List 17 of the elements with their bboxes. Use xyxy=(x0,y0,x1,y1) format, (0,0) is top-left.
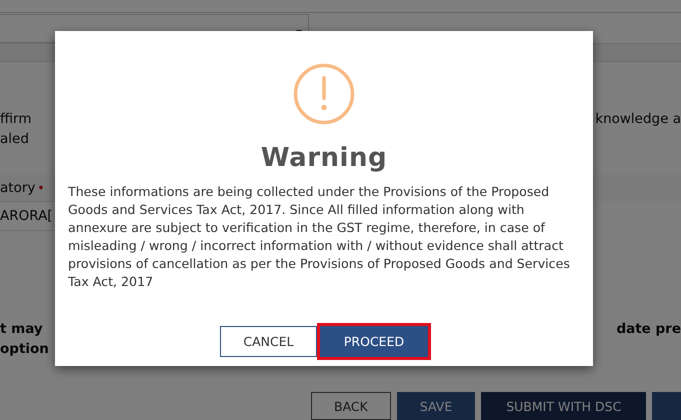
page-button[interactable]: SAVE xyxy=(396,392,476,420)
required-mark: • xyxy=(37,181,44,195)
warning-icon xyxy=(293,63,355,125)
note-text: option xyxy=(0,340,49,360)
note-text: t may xyxy=(0,320,44,340)
dialog-message: These informations are being collected under the Provisions of the Proposed Goods and Services Tax Act, 2017. Since All filled information along with annexure are subject to verification in the GST regime, therefore, in case of misleading / wrong / incorrect information with / without evidence shall attract provisions of cancellation as per the Provisions of Proposed Goods and Services Tax Act, 2017 xyxy=(67,183,571,291)
signatory-label: atory xyxy=(0,179,36,198)
dialog-title: Warning xyxy=(260,143,388,173)
declaration-text: ffirm xyxy=(0,110,32,129)
note-text: date pre xyxy=(616,320,681,340)
page-button[interactable]: SUBMIT WITH DSC xyxy=(481,392,646,420)
dialog-button[interactable]: PROCEED xyxy=(320,326,428,357)
signatory-field[interactable]: ARORA[ xyxy=(0,201,54,232)
declaration-text: knowledge a xyxy=(595,110,681,129)
declaration-text: aled xyxy=(0,130,30,149)
page-button[interactable]: BACK xyxy=(311,392,391,420)
dialog-button[interactable]: CANCEL xyxy=(220,326,317,357)
